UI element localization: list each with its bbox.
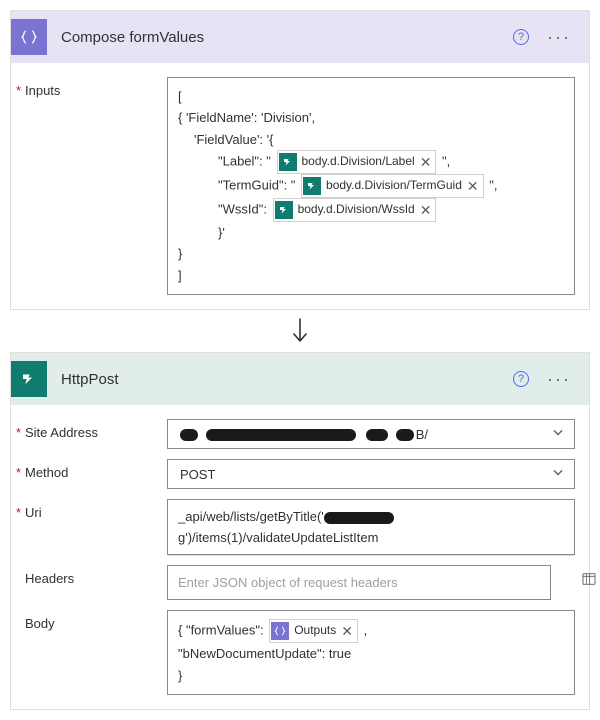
- body-label: Body: [25, 610, 155, 631]
- http-card: HttpPost ? ··· Site Address B/: [10, 352, 590, 710]
- json-line: }: [178, 665, 564, 686]
- uri-label: Uri: [25, 499, 155, 520]
- dynamic-token-wssid[interactable]: body.d.Division/WssId ✕: [273, 198, 437, 222]
- json-line: "TermGuid": " body.d.Division/TermGuid ✕…: [178, 174, 564, 198]
- method-label: Method: [25, 459, 155, 480]
- chevron-down-icon: [552, 427, 564, 442]
- more-icon[interactable]: ···: [543, 374, 575, 384]
- more-icon[interactable]: ···: [543, 32, 575, 42]
- http-title: HttpPost: [61, 371, 499, 388]
- method-select[interactable]: POST: [167, 459, 575, 489]
- remove-token-icon[interactable]: ✕: [420, 203, 432, 217]
- http-body: Site Address B/ Method: [11, 405, 589, 709]
- remove-token-icon[interactable]: ✕: [341, 624, 353, 638]
- json-line: }': [178, 222, 564, 243]
- chevron-down-icon: [552, 467, 564, 482]
- dynamic-token-termguid[interactable]: body.d.Division/TermGuid ✕: [301, 174, 484, 198]
- dynamic-token-outputs[interactable]: Outputs ✕: [269, 619, 358, 643]
- compose-title: Compose formValues: [61, 29, 499, 46]
- sharepoint-icon: [11, 361, 47, 397]
- json-line: "WssId": body.d.Division/WssId ✕: [178, 198, 564, 222]
- switch-mode-icon[interactable]: [581, 571, 597, 590]
- headers-label: Headers: [25, 565, 155, 586]
- body-input[interactable]: { "formValues": Outputs ✕ , "bNewDocumen…: [167, 610, 575, 695]
- sharepoint-icon: [303, 177, 321, 195]
- site-address-select[interactable]: B/: [167, 419, 575, 449]
- headers-input[interactable]: Enter JSON object of request headers: [167, 565, 551, 600]
- connector-arrow-icon: [10, 312, 590, 350]
- inputs-label: Inputs: [25, 77, 155, 98]
- redacted-content: [180, 427, 414, 442]
- json-line: "bNewDocumentUpdate": true: [178, 643, 564, 664]
- http-header[interactable]: HttpPost ? ···: [11, 353, 589, 405]
- remove-token-icon[interactable]: ✕: [420, 155, 432, 169]
- help-icon[interactable]: ?: [513, 29, 529, 45]
- json-line: { "formValues": Outputs ✕ ,: [178, 619, 564, 643]
- inputs-field[interactable]: [ { 'FieldName': 'Division', 'FieldValue…: [167, 77, 575, 295]
- json-line: "Label": " body.d.Division/Label ✕ ",: [178, 150, 564, 174]
- sharepoint-icon: [279, 153, 297, 171]
- json-line: }: [178, 243, 564, 264]
- uri-input[interactable]: _api/web/lists/getByTitle('g')/items(1)/…: [167, 499, 575, 555]
- json-line: [: [178, 86, 564, 107]
- site-address-label: Site Address: [25, 419, 155, 440]
- compose-card: Compose formValues ? ··· Inputs [ { 'Fie…: [10, 10, 590, 310]
- dynamic-token-label[interactable]: body.d.Division/Label ✕: [277, 150, 437, 174]
- json-line: { 'FieldName': 'Division',: [178, 107, 564, 128]
- json-line: ]: [178, 265, 564, 286]
- help-icon[interactable]: ?: [513, 371, 529, 387]
- sharepoint-icon: [275, 201, 293, 219]
- remove-token-icon[interactable]: ✕: [467, 179, 479, 193]
- compose-header[interactable]: Compose formValues ? ···: [11, 11, 589, 63]
- compose-icon: [271, 622, 289, 640]
- compose-icon: [11, 19, 47, 55]
- json-line: 'FieldValue': '{: [178, 129, 564, 150]
- compose-body: Inputs [ { 'FieldName': 'Division', 'Fie…: [11, 63, 589, 309]
